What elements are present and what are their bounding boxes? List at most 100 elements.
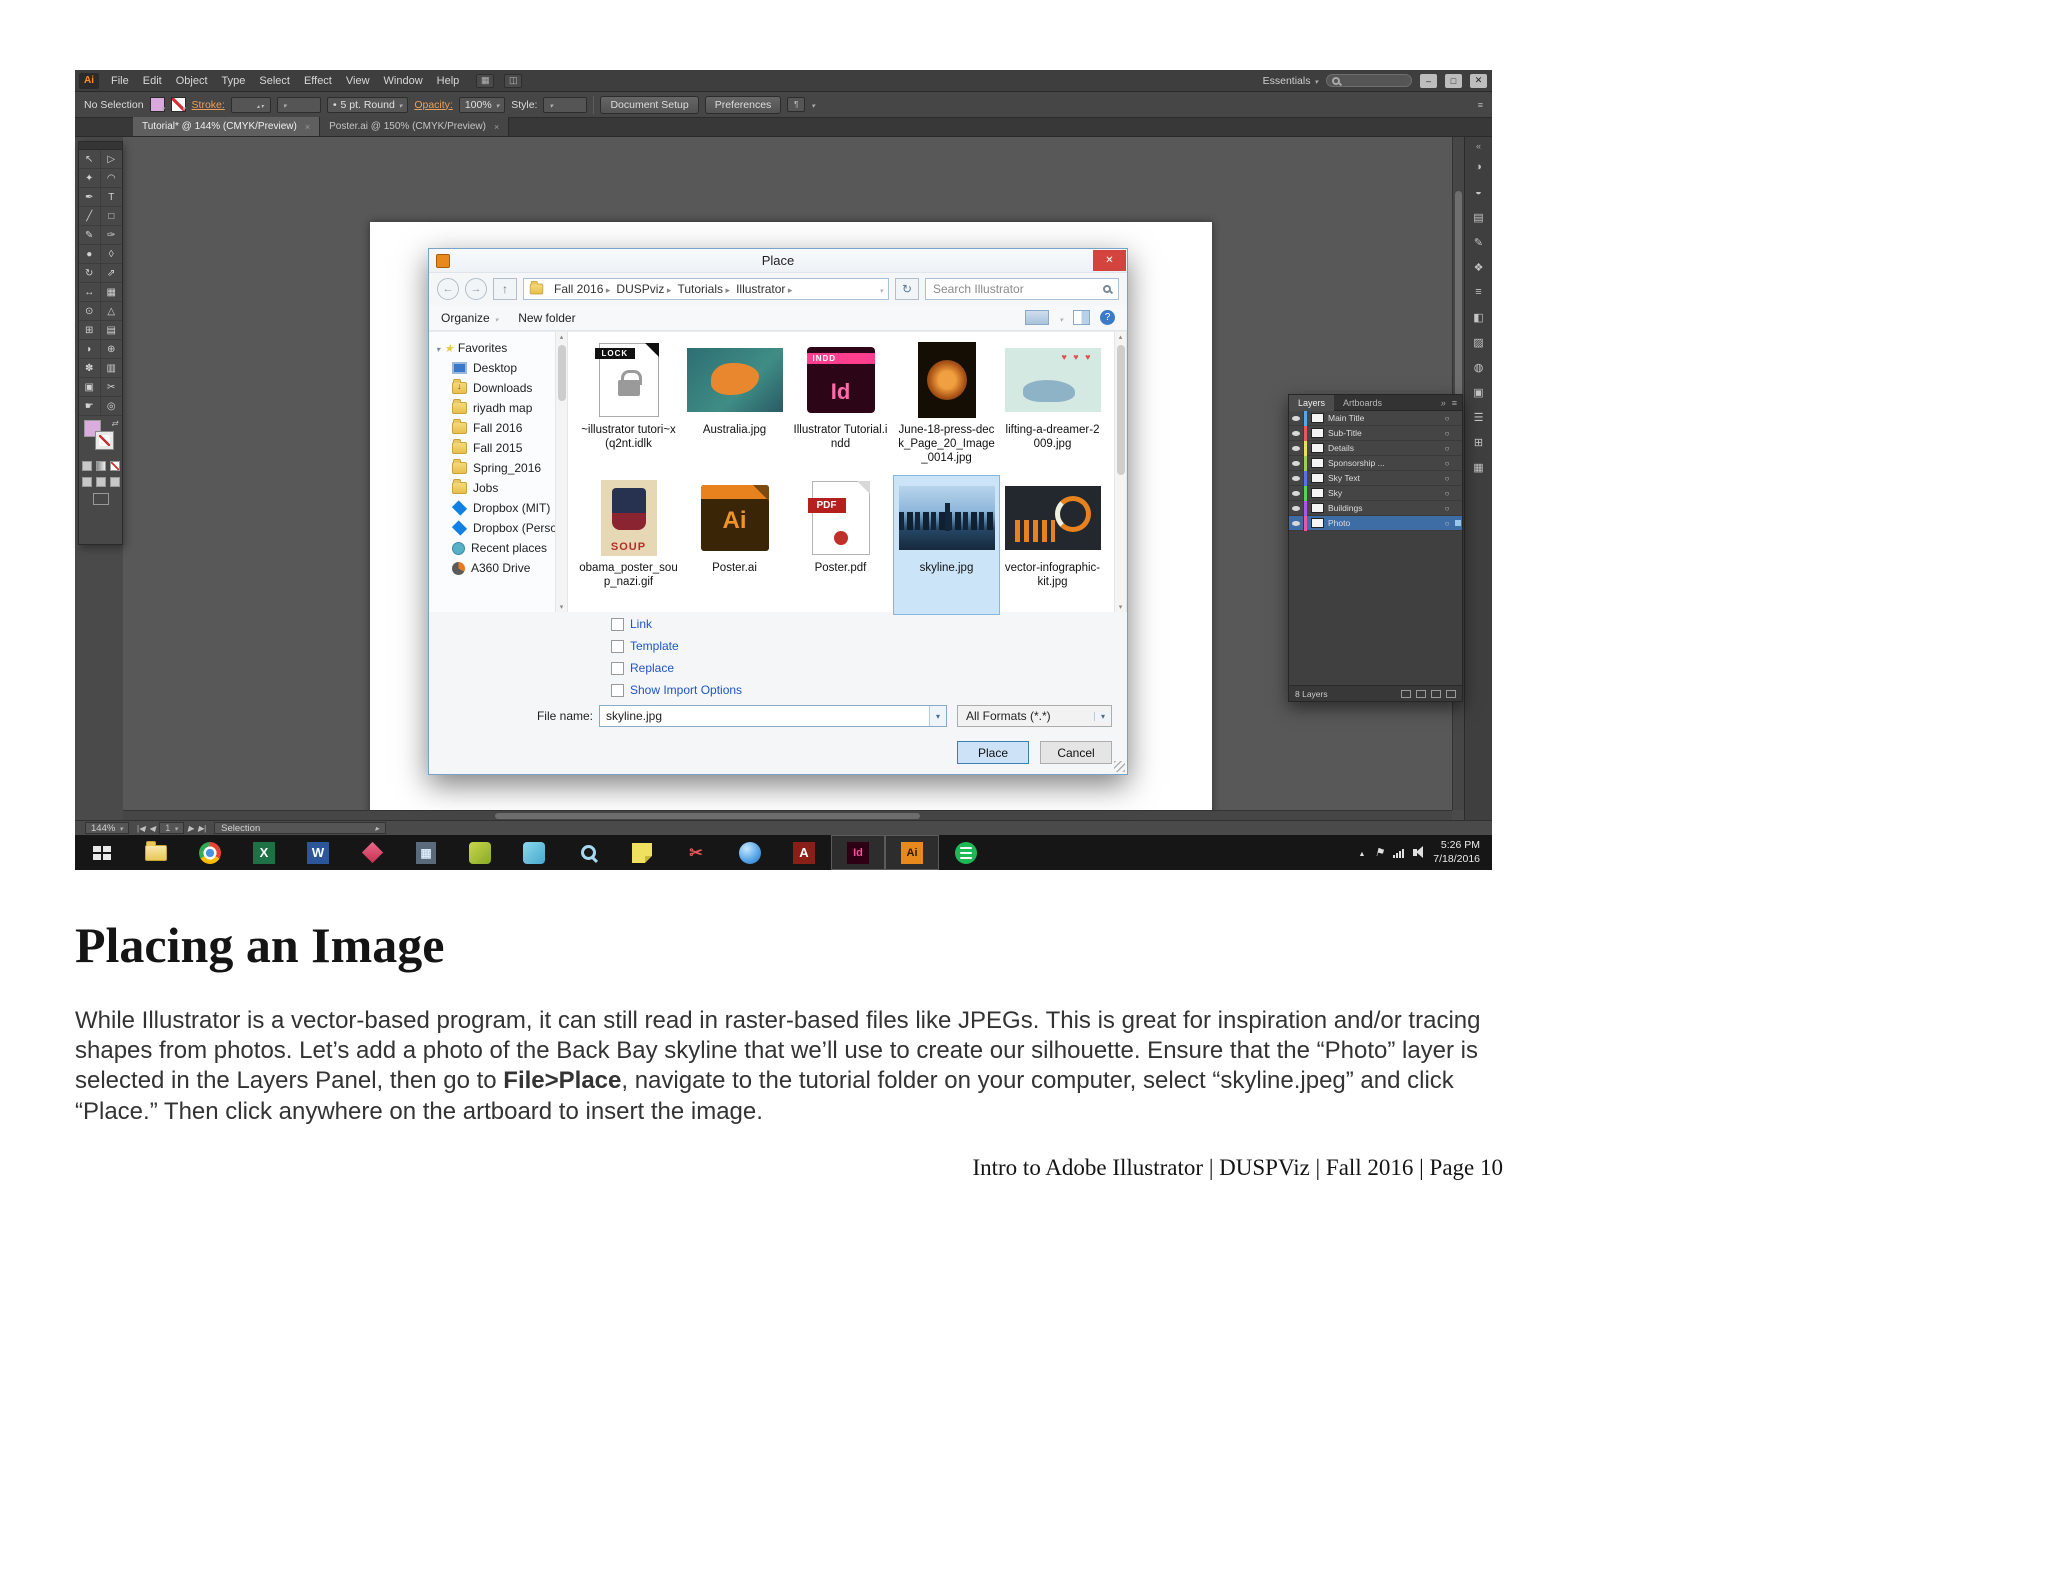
import-option-checkbox[interactable]: Replace xyxy=(611,661,742,675)
layer-row[interactable]: Photo xyxy=(1289,515,1462,531)
sidebar-place[interactable]: riyadh map xyxy=(429,398,555,418)
checkbox[interactable] xyxy=(611,639,624,653)
pen-tool[interactable]: ✒ xyxy=(79,188,101,207)
bridge-icon[interactable] xyxy=(476,73,495,88)
brush-definition-select[interactable]: 5 pt. Round xyxy=(326,96,409,113)
menu-item[interactable]: Help xyxy=(430,70,467,92)
gradient-fill-icon[interactable] xyxy=(95,461,106,471)
app-search-field[interactable] xyxy=(1326,74,1412,87)
scroll-thumb[interactable] xyxy=(1117,345,1125,475)
illustrator-icon[interactable]: Ai xyxy=(885,835,939,870)
selection-tool[interactable]: ↖ xyxy=(79,150,101,169)
layer-target-icon[interactable] xyxy=(1441,444,1453,453)
checkbox[interactable] xyxy=(611,617,624,631)
symbol-sprayer-tool[interactable]: ✽ xyxy=(79,359,101,378)
tab-artboards[interactable]: Artboards xyxy=(1334,395,1391,411)
address-dropdown-icon[interactable] xyxy=(879,282,883,296)
appearance-panel-icon[interactable]: ◍ xyxy=(1468,357,1490,377)
breadcrumb-segment[interactable]: Illustrator xyxy=(734,282,794,296)
autocad-icon[interactable]: A xyxy=(777,835,831,870)
organize-menu[interactable]: Organize xyxy=(441,311,498,325)
panel-menu-icon[interactable] xyxy=(1452,398,1457,408)
chrome-icon[interactable] xyxy=(183,835,237,870)
scale-tool[interactable]: ⇗ xyxy=(100,264,122,283)
artboard-number-select[interactable]: 1 xyxy=(159,822,184,834)
style-swatch-select[interactable] xyxy=(543,96,588,113)
filename-combo[interactable] xyxy=(599,705,947,727)
gradient-tool[interactable]: ▤ xyxy=(100,321,122,340)
draw-normal-icon[interactable] xyxy=(81,477,92,487)
visibility-eye-icon[interactable] xyxy=(1289,500,1304,516)
layer-target-icon[interactable] xyxy=(1441,489,1453,498)
favorites-group[interactable]: Favorites xyxy=(429,338,555,358)
indesign-icon[interactable]: Id xyxy=(831,835,885,870)
file-tile[interactable]: lifting-a-dreamer-2009.jpg xyxy=(1000,338,1105,476)
pencil-tool[interactable]: ✑ xyxy=(100,226,122,245)
eyedropper-tool[interactable]: ◗ xyxy=(79,340,101,359)
file-tile[interactable]: PDF Poster.pdf xyxy=(788,476,893,614)
file-tile[interactable]: SOUP obama_poster_soup_nazi.gif xyxy=(576,476,681,614)
free-transform-tool[interactable]: ▦ xyxy=(100,283,122,302)
file-tile[interactable]: Ai Poster.ai xyxy=(682,476,787,614)
arrange-documents-icon[interactable] xyxy=(504,73,523,88)
chevron-down-icon[interactable] xyxy=(1059,311,1063,325)
stroke-color-swatch[interactable] xyxy=(170,97,186,112)
color-fill-icon[interactable] xyxy=(81,461,92,471)
screen-mode-button[interactable] xyxy=(92,493,109,505)
delete-layer-icon[interactable] xyxy=(1446,689,1456,698)
sidebar-place[interactable]: Fall 2016 xyxy=(429,418,555,438)
swatches-panel-icon[interactable]: ▤ xyxy=(1468,207,1490,227)
visibility-eye-icon[interactable] xyxy=(1289,425,1304,441)
gradient-panel-icon[interactable]: ◧ xyxy=(1468,307,1490,327)
type-tool[interactable]: T xyxy=(100,188,122,207)
layer-row[interactable]: Sub-Title xyxy=(1289,425,1462,441)
layer-row[interactable]: Sky xyxy=(1289,485,1462,501)
perspective-grid-tool[interactable]: △ xyxy=(100,302,122,321)
workspace-switcher[interactable]: Essentials xyxy=(1263,75,1318,87)
rotate-tool[interactable]: ↻ xyxy=(79,264,101,283)
color-guide-panel-icon[interactable]: ◒ xyxy=(1468,182,1490,202)
checkbox[interactable] xyxy=(611,661,624,675)
menu-item[interactable]: Effect xyxy=(297,70,339,92)
paint-app-icon[interactable] xyxy=(453,835,507,870)
transparency-panel-icon[interactable]: ▨ xyxy=(1468,332,1490,352)
dialog-titlebar[interactable]: Place xyxy=(429,249,1127,273)
breadcrumb-segment[interactable]: Fall 2016 xyxy=(552,282,612,296)
calculator-icon[interactable] xyxy=(399,835,453,870)
visibility-eye-icon[interactable] xyxy=(1289,440,1304,456)
collapse-panel-icon[interactable] xyxy=(1441,398,1446,408)
first-artboard-icon[interactable] xyxy=(137,824,145,833)
change-view-icon[interactable] xyxy=(1025,310,1050,325)
preferences-button[interactable]: Preferences xyxy=(704,95,782,114)
layer-target-icon[interactable] xyxy=(1441,429,1453,438)
file-tile[interactable]: vector-infographic-kit.jpg xyxy=(1000,476,1105,614)
network-icon[interactable] xyxy=(1393,848,1405,858)
sidebar-place[interactable]: Jobs xyxy=(429,478,555,498)
stroke-weight-field[interactable] xyxy=(230,96,271,113)
visibility-eye-icon[interactable] xyxy=(1289,410,1304,426)
file-tile[interactable]: June-18-press-deck_Page_20_Image_0014.jp… xyxy=(894,338,999,476)
filename-dropdown-icon[interactable] xyxy=(929,706,946,726)
artboard-tool[interactable]: ▣ xyxy=(79,378,101,397)
brushes-panel-icon[interactable]: ✎ xyxy=(1468,232,1490,252)
volume-icon[interactable] xyxy=(1413,849,1418,856)
spotify-icon[interactable] xyxy=(939,835,993,870)
text-controls-icon[interactable] xyxy=(787,97,806,112)
file-tile[interactable]: Australia.jpg xyxy=(682,338,787,476)
place-button[interactable]: Place xyxy=(957,741,1029,764)
symbols-panel-icon[interactable]: ❖ xyxy=(1468,257,1490,277)
visibility-eye-icon[interactable] xyxy=(1289,455,1304,471)
preview-pane-icon[interactable] xyxy=(1073,310,1090,325)
layer-target-icon[interactable] xyxy=(1441,414,1453,423)
files-scrollbar[interactable] xyxy=(1114,332,1127,612)
show-hidden-icons[interactable] xyxy=(1358,847,1365,859)
width-tool[interactable]: ↔ xyxy=(79,283,101,302)
resize-grip[interactable] xyxy=(1114,761,1125,772)
visibility-eye-icon[interactable] xyxy=(1289,485,1304,501)
document-setup-button[interactable]: Document Setup xyxy=(600,95,699,114)
layer-target-icon[interactable] xyxy=(1441,519,1453,528)
last-artboard-icon[interactable] xyxy=(198,824,206,833)
direct-selection-tool[interactable]: ▷ xyxy=(100,150,122,169)
layer-target-icon[interactable] xyxy=(1441,474,1453,483)
close-tab-icon[interactable]: × xyxy=(305,122,310,132)
